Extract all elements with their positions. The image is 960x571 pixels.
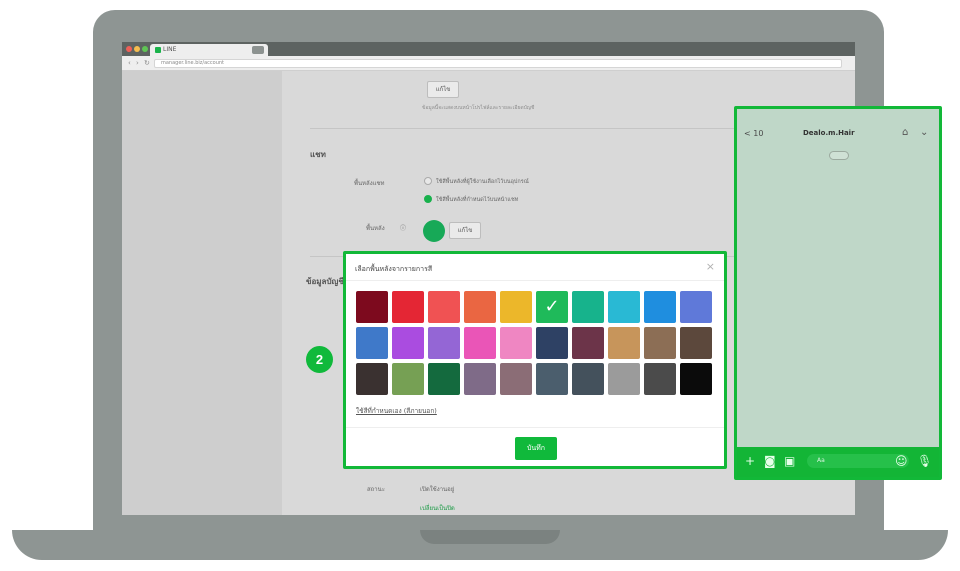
color-swatch[interactable] xyxy=(572,363,604,395)
color-swatch[interactable] xyxy=(680,291,712,323)
checkmark-icon: ✓ xyxy=(544,296,560,317)
new-tab-button[interactable] xyxy=(252,46,264,54)
current-color-swatch[interactable] xyxy=(423,220,445,242)
color-picker-dialog: เลือกพื้นหลังจากรายการสี × ✓ ใช้สีที่กำห… xyxy=(343,251,727,469)
color-swatch[interactable] xyxy=(392,327,424,359)
forward-arrow-icon[interactable]: › xyxy=(136,58,139,68)
color-swatch[interactable] xyxy=(536,363,568,395)
plus-icon[interactable]: + xyxy=(745,454,755,468)
dialog-title: เลือกพื้นหลังจากรายการสี xyxy=(355,265,433,273)
sidebar xyxy=(122,71,282,515)
maximize-window-dot[interactable] xyxy=(142,46,148,52)
edit-button[interactable]: แก้ไข xyxy=(427,81,459,98)
close-window-dot[interactable] xyxy=(126,46,132,52)
chat-date-chip xyxy=(829,151,849,160)
color-swatch[interactable] xyxy=(680,363,712,395)
color-swatch[interactable] xyxy=(644,363,676,395)
chat-back-button[interactable]: < 10 xyxy=(744,129,763,138)
color-swatch[interactable] xyxy=(428,363,460,395)
step-number-badge: 2 xyxy=(306,346,333,373)
color-swatch[interactable] xyxy=(500,363,532,395)
color-label: พื้นหลัง xyxy=(366,225,385,232)
color-swatch[interactable]: ✓ xyxy=(536,291,568,323)
color-swatch[interactable] xyxy=(356,327,388,359)
color-swatch[interactable] xyxy=(500,291,532,323)
chat-style-label: พื้นหลังแชท xyxy=(354,180,385,187)
dialog-divider xyxy=(346,427,724,428)
url-input[interactable]: manager.line.biz/account xyxy=(154,59,842,68)
color-swatch[interactable] xyxy=(572,291,604,323)
address-bar: ‹ › ↻ manager.line.biz/account xyxy=(122,56,855,71)
color-swatch[interactable] xyxy=(392,363,424,395)
emoji-icon[interactable]: ☺ xyxy=(895,454,908,468)
radio-default[interactable] xyxy=(424,177,432,185)
back-arrow-icon[interactable]: ‹ xyxy=(128,58,131,68)
color-swatch[interactable] xyxy=(608,327,640,359)
chat-account-name: Dealo.m.Hair xyxy=(803,129,855,137)
color-swatch[interactable] xyxy=(608,291,640,323)
color-swatch[interactable] xyxy=(392,291,424,323)
color-swatch[interactable] xyxy=(644,291,676,323)
image-icon[interactable]: ▣ xyxy=(784,454,795,468)
dialog-divider xyxy=(346,280,724,281)
home-icon[interactable]: ⌂ xyxy=(902,127,908,139)
minimize-window-dot[interactable] xyxy=(134,46,140,52)
save-button[interactable]: บันทึก xyxy=(515,437,557,460)
close-icon[interactable]: × xyxy=(706,260,715,274)
microphone-icon[interactable]: 🎙 xyxy=(917,454,932,468)
tab-title: LINE xyxy=(163,46,177,53)
illustration: LINE ‹ › ↻ manager.line.biz/account แก้ไ… xyxy=(0,0,960,571)
chat-input-bar: + ◙ ▣ Aa ☺ 🎙 xyxy=(737,447,939,477)
color-edit-button[interactable]: แก้ไข xyxy=(449,222,481,239)
color-swatch[interactable] xyxy=(644,327,676,359)
color-swatch[interactable] xyxy=(536,327,568,359)
radio-default-label: ใช้สีพื้นหลังที่ผู้ใช้งานเลือกไว้บนอุปกร… xyxy=(436,179,529,185)
status-value: เปิดใช้งานอยู่ xyxy=(420,486,455,493)
color-swatch[interactable] xyxy=(464,291,496,323)
browser-tab-bar: LINE xyxy=(122,42,855,56)
radio-custom[interactable] xyxy=(424,195,432,203)
color-swatch[interactable] xyxy=(572,327,604,359)
radio-custom-label: ใช้สีพื้นหลังที่กำหนดไว้บนหน้าแชท xyxy=(436,197,519,203)
camera-icon[interactable]: ◙ xyxy=(764,454,776,468)
custom-color-link[interactable]: ใช้สีที่กำหนดเอง (สีภายนอก) xyxy=(356,406,437,416)
status-label: สถานะ xyxy=(367,486,385,493)
color-swatch[interactable] xyxy=(428,327,460,359)
color-swatch[interactable] xyxy=(428,291,460,323)
message-input[interactable]: Aa xyxy=(807,454,909,468)
section-title-profile: ข้อมูลบัญชี xyxy=(306,277,344,286)
color-swatch[interactable] xyxy=(500,327,532,359)
info-icon[interactable]: ⓘ xyxy=(400,223,406,232)
color-swatch[interactable] xyxy=(464,327,496,359)
laptop-notch xyxy=(420,530,560,544)
color-swatch[interactable] xyxy=(680,327,712,359)
color-swatch[interactable] xyxy=(464,363,496,395)
line-favicon-icon xyxy=(155,47,161,53)
status-link[interactable]: เปลี่ยนเป็นปิด xyxy=(420,503,455,513)
chevron-down-icon[interactable]: ⌄ xyxy=(920,127,928,139)
color-swatch[interactable] xyxy=(356,363,388,395)
reload-icon[interactable]: ↻ xyxy=(144,58,150,68)
edit-hint: ข้อมูลนี้จะแสดงบนหน้าโปรไฟล์และรายละเอีย… xyxy=(422,105,535,111)
color-swatch[interactable] xyxy=(356,291,388,323)
chat-preview-phone: < 10 Dealo.m.Hair ⌂ ⌄ + ◙ ▣ Aa ☺ 🎙 xyxy=(734,106,942,480)
browser-tab[interactable]: LINE xyxy=(150,44,268,56)
section-title-chat: แชท xyxy=(310,150,326,159)
color-swatch[interactable] xyxy=(608,363,640,395)
